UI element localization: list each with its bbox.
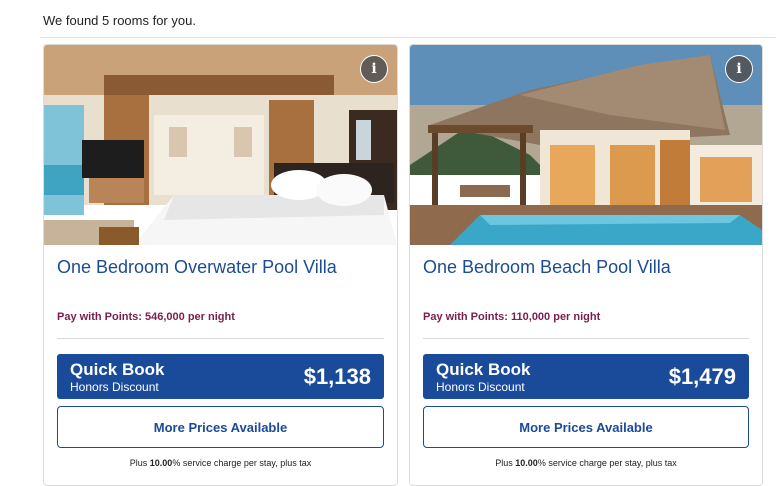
rate-name: Honors Discount — [436, 380, 525, 394]
service-prefix: Plus — [129, 458, 150, 468]
room-card: i One Bedroom Beach Pool Villa Pay with … — [409, 44, 763, 486]
room-name[interactable]: One Bedroom Beach Pool Villa — [423, 257, 671, 278]
info-icon[interactable]: i — [360, 55, 388, 83]
room-photo[interactable]: i — [44, 45, 397, 245]
rate-name: Honors Discount — [70, 380, 159, 394]
service-charge-note: Plus 10.00% service charge per stay, plu… — [410, 458, 762, 468]
points-price: Pay with Points: 546,000 per night — [57, 311, 235, 323]
service-charge-note: Plus 10.00% service charge per stay, plu… — [44, 458, 397, 468]
room-price: $1,479 — [668, 364, 736, 389]
room-price: $1,138 — [303, 364, 371, 389]
service-suffix: % service charge per stay, plus tax — [537, 458, 677, 468]
quick-book-button[interactable]: Quick Book Honors Discount $1,138 — [57, 354, 384, 399]
service-percent: 10.00 — [149, 458, 173, 468]
room-card: i One Bedroom Overwater Pool Villa Pay w… — [43, 44, 398, 486]
service-suffix: % service charge per stay, plus tax — [172, 458, 312, 468]
quick-book-title: Quick Book — [70, 360, 165, 379]
quick-book-title: Quick Book — [436, 360, 531, 379]
divider — [57, 338, 384, 339]
more-prices-button[interactable]: More Prices Available — [57, 406, 384, 448]
more-prices-button[interactable]: More Prices Available — [423, 406, 749, 448]
info-icon[interactable]: i — [725, 55, 753, 83]
service-prefix: Plus — [495, 458, 516, 468]
service-percent: 10.00 — [515, 458, 538, 468]
room-photo[interactable]: i — [410, 45, 762, 245]
divider — [423, 338, 749, 339]
room-name[interactable]: One Bedroom Overwater Pool Villa — [57, 257, 337, 278]
results-count: We found 5 rooms for you. — [43, 13, 196, 28]
points-price: Pay with Points: 110,000 per night — [423, 311, 601, 323]
divider — [40, 37, 776, 38]
quick-book-button[interactable]: Quick Book Honors Discount $1,479 — [423, 354, 749, 399]
